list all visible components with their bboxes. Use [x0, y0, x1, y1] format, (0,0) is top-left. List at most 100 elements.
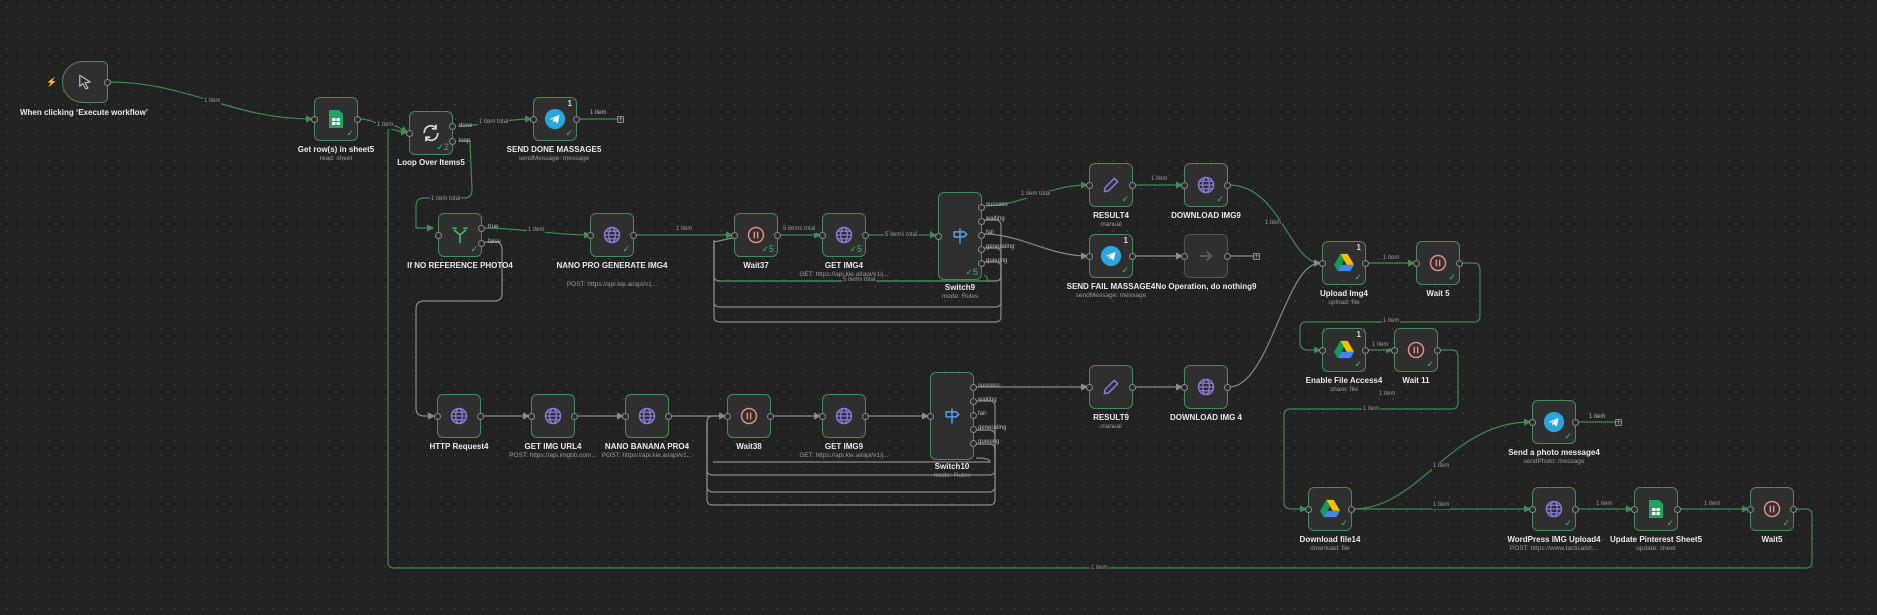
- output-handle[interactable]: [104, 79, 111, 86]
- node-result4[interactable]: ✓: [1086, 163, 1136, 207]
- input-handle[interactable]: [819, 413, 826, 420]
- node-nano-pro-generate[interactable]: ✓: [587, 213, 637, 257]
- output-handle[interactable]: [1456, 260, 1463, 267]
- node-send-fail-message[interactable]: 1 ✓: [1086, 234, 1136, 278]
- input-handle[interactable]: [1181, 182, 1188, 189]
- node-get-img-url[interactable]: [528, 394, 578, 438]
- output-handle[interactable]: [1572, 419, 1579, 426]
- node-wait-5[interactable]: ✓: [1413, 241, 1463, 285]
- output-handle[interactable]: [862, 413, 869, 420]
- add-node-plus-icon[interactable]: +: [617, 116, 624, 123]
- node-switch10[interactable]: [927, 372, 977, 460]
- output-handle[interactable]: [1224, 384, 1231, 391]
- output-handle-done[interactable]: [449, 123, 456, 130]
- output-handle-true[interactable]: [478, 225, 485, 232]
- input-handle[interactable]: [1319, 260, 1326, 267]
- input-handle[interactable]: [1086, 182, 1093, 189]
- input-handle[interactable]: [1086, 384, 1093, 391]
- output-handle[interactable]: [1434, 347, 1441, 354]
- output-handle[interactable]: [1348, 506, 1355, 513]
- output-handle[interactable]: [1362, 347, 1369, 354]
- node-nano-banana-pro[interactable]: [622, 394, 672, 438]
- node-download-img-4[interactable]: [1181, 365, 1231, 409]
- input-handle[interactable]: [528, 413, 535, 420]
- output-handle[interactable]: [1790, 506, 1797, 513]
- node-download-file14[interactable]: ✓: [1305, 487, 1355, 531]
- output-handle-waiting[interactable]: [970, 398, 977, 405]
- output-handle-fail[interactable]: [978, 232, 985, 239]
- input-handle[interactable]: [1086, 253, 1093, 260]
- input-handle[interactable]: [1747, 506, 1754, 513]
- output-handle-success[interactable]: [978, 204, 985, 211]
- node-manual-trigger[interactable]: [62, 61, 111, 103]
- output-handle[interactable]: [767, 413, 774, 420]
- input-handle[interactable]: [1319, 347, 1326, 354]
- input-handle[interactable]: [1529, 506, 1536, 513]
- output-handle[interactable]: [665, 413, 672, 420]
- input-handle[interactable]: [587, 232, 594, 239]
- input-handle[interactable]: [1305, 506, 1312, 513]
- add-node-plus-icon[interactable]: +: [1615, 419, 1622, 426]
- node-upload-img4[interactable]: 1 ✓: [1319, 241, 1369, 285]
- node-wait38[interactable]: [724, 394, 774, 438]
- input-handle[interactable]: [1181, 384, 1188, 391]
- output-handle[interactable]: [1224, 253, 1231, 260]
- node-loop-over-items[interactable]: ✓2: [406, 111, 456, 155]
- input-handle[interactable]: [1391, 347, 1398, 354]
- output-handle[interactable]: [1129, 182, 1136, 189]
- output-handle-generating[interactable]: [978, 246, 985, 253]
- output-handle[interactable]: [1674, 506, 1681, 513]
- output-handle[interactable]: [774, 232, 781, 239]
- node-update-pinterest-sheet[interactable]: ✓: [1631, 487, 1681, 531]
- output-handle[interactable]: [1129, 384, 1136, 391]
- node-switch9[interactable]: ✓5: [935, 192, 985, 280]
- output-handle[interactable]: [477, 413, 484, 420]
- node-no-operation[interactable]: [1181, 234, 1231, 278]
- node-if-no-reference[interactable]: ✓: [435, 213, 485, 257]
- node-get-rows[interactable]: ✓: [311, 97, 361, 141]
- input-handle[interactable]: [1631, 506, 1638, 513]
- output-handle-queuing[interactable]: [970, 440, 977, 447]
- output-handle-false[interactable]: [478, 240, 485, 247]
- output-handle[interactable]: [571, 413, 578, 420]
- input-handle[interactable]: [311, 116, 318, 123]
- node-wait-11[interactable]: ✓: [1391, 328, 1441, 372]
- node-wait5[interactable]: ✓: [1747, 487, 1797, 531]
- input-handle[interactable]: [406, 130, 413, 137]
- input-handle[interactable]: [1181, 253, 1188, 260]
- output-handle-loop[interactable]: [449, 138, 456, 145]
- input-handle[interactable]: [434, 413, 441, 420]
- add-node-plus-icon[interactable]: +: [1253, 253, 1260, 260]
- output-handle-generating[interactable]: [970, 426, 977, 433]
- output-handle[interactable]: [1224, 182, 1231, 189]
- node-download-img9[interactable]: ✓: [1181, 163, 1231, 207]
- input-handle[interactable]: [724, 413, 731, 420]
- input-handle[interactable]: [1413, 260, 1420, 267]
- input-handle[interactable]: [530, 116, 537, 123]
- node-wordpress-upload[interactable]: ✓: [1529, 487, 1579, 531]
- output-handle[interactable]: [1572, 506, 1579, 513]
- node-get-img9[interactable]: [819, 394, 869, 438]
- input-handle[interactable]: [731, 232, 738, 239]
- node-wait37[interactable]: ✓5: [731, 213, 781, 257]
- output-handle[interactable]: [354, 116, 361, 123]
- input-handle[interactable]: [1529, 419, 1536, 426]
- output-handle-success[interactable]: [970, 384, 977, 391]
- node-result9[interactable]: [1086, 365, 1136, 409]
- input-handle[interactable]: [819, 232, 826, 239]
- output-handle[interactable]: [1129, 253, 1136, 260]
- output-handle[interactable]: [1362, 260, 1369, 267]
- node-send-photo-message[interactable]: ✓: [1529, 400, 1579, 444]
- node-enable-file-access[interactable]: 1 ✓: [1319, 328, 1369, 372]
- node-send-done-message[interactable]: 1 ✓: [530, 97, 580, 141]
- output-handle-fail[interactable]: [970, 412, 977, 419]
- output-handle-queuing[interactable]: [978, 260, 985, 267]
- output-handle[interactable]: [862, 232, 869, 239]
- node-http-request[interactable]: [434, 394, 484, 438]
- input-handle[interactable]: [927, 413, 934, 420]
- input-handle[interactable]: [935, 233, 942, 240]
- output-handle-waiting[interactable]: [978, 218, 985, 225]
- input-handle[interactable]: [435, 232, 442, 239]
- output-handle[interactable]: [573, 116, 580, 123]
- output-handle[interactable]: [630, 232, 637, 239]
